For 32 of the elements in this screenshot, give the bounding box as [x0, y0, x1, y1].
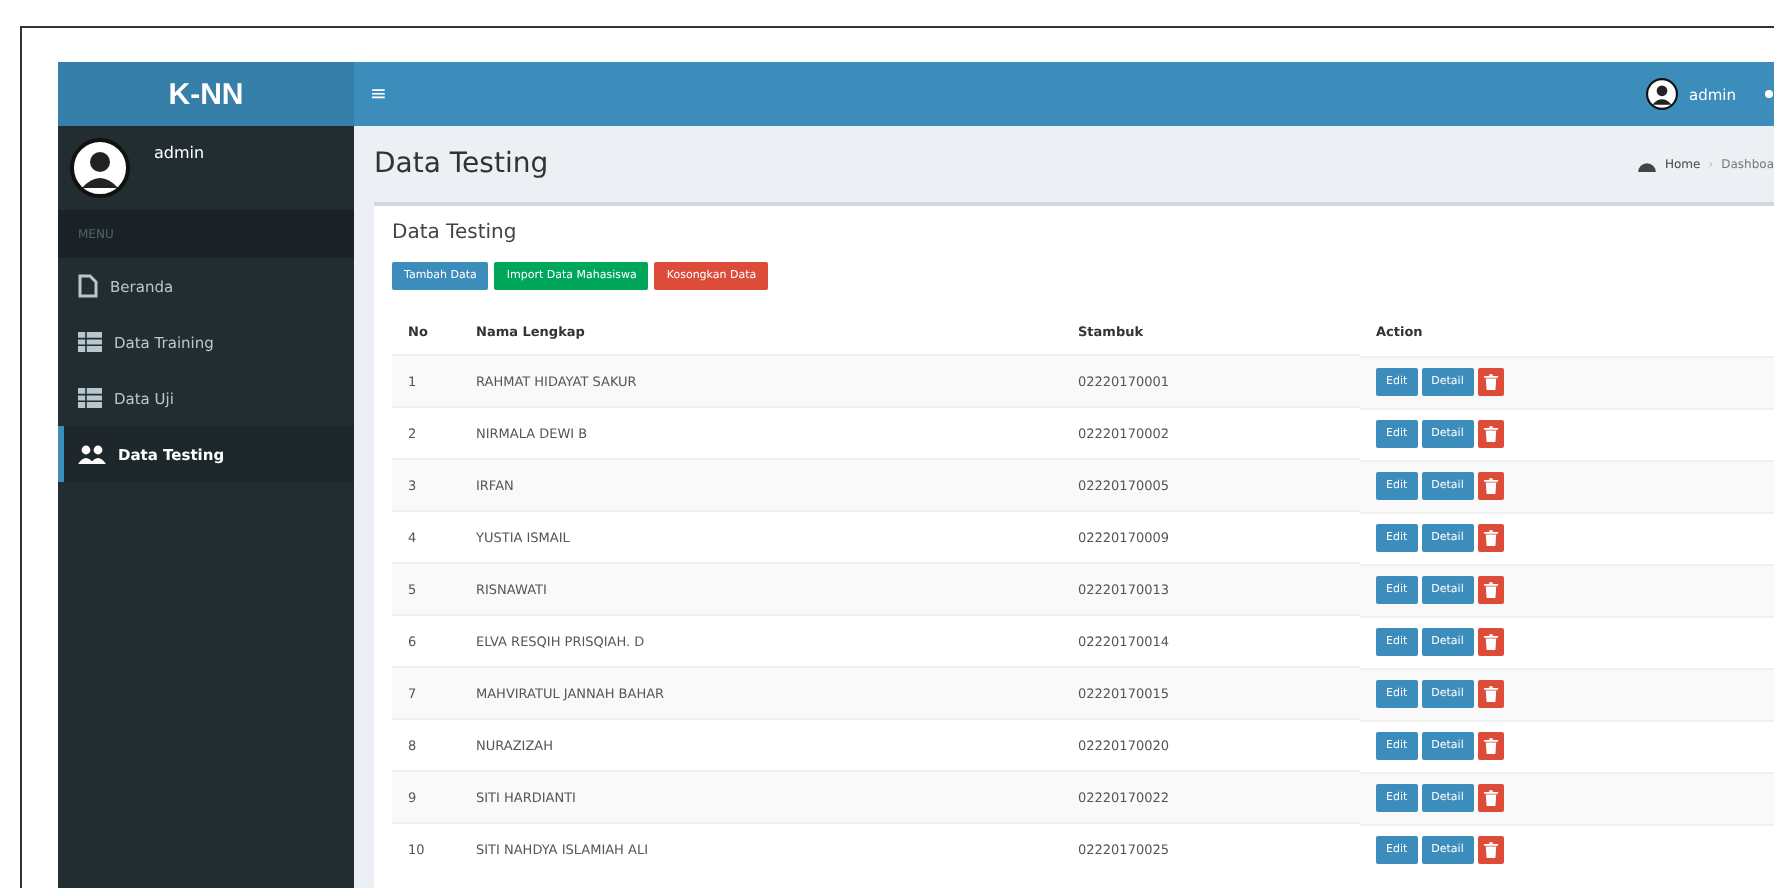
trash-icon [1483, 842, 1498, 858]
trash-icon [1483, 478, 1498, 494]
trash-icon [1483, 530, 1498, 546]
delete-button[interactable] [1477, 368, 1504, 396]
user-name: admin [154, 144, 205, 162]
trash-icon [1483, 790, 1498, 806]
delete-button[interactable] [1477, 524, 1504, 552]
trash-icon [1483, 374, 1498, 390]
dashboard-icon [1638, 157, 1657, 171]
table-icon [78, 332, 102, 352]
users-icon [78, 444, 106, 464]
avatar-icon [70, 138, 130, 198]
delete-button[interactable] [1477, 836, 1504, 864]
menu-toggle[interactable]: ≡ [370, 83, 387, 105]
trash-icon [1483, 686, 1498, 702]
trash-icon [1483, 738, 1498, 754]
delete-button[interactable] [1477, 628, 1504, 656]
page-title: Data Testing [374, 148, 549, 180]
trash-icon [1483, 582, 1498, 598]
delete-button[interactable] [1477, 784, 1504, 812]
brand-logo[interactable]: K-NN [58, 62, 354, 126]
delete-button[interactable] [1477, 576, 1504, 604]
table-icon [78, 388, 102, 408]
delete-button[interactable] [1477, 732, 1504, 760]
delete-button[interactable] [1477, 420, 1504, 448]
delete-button[interactable] [1477, 680, 1504, 708]
trash-icon [1483, 634, 1498, 650]
avatar-icon [1645, 78, 1677, 110]
file-icon [78, 274, 98, 298]
delete-button[interactable] [1477, 472, 1504, 500]
box-title: Data Testing [392, 222, 519, 244]
trash-icon [1483, 426, 1498, 442]
